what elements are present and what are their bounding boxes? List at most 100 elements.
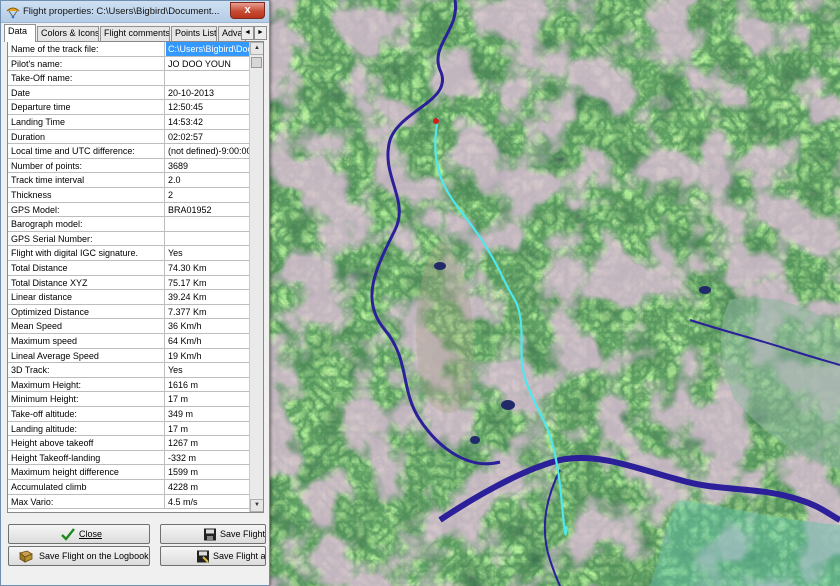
property-value[interactable]: 64 Km/h [166,334,249,348]
property-row[interactable]: Date 20-10-2013 [8,85,249,101]
property-row[interactable]: Track time interval 2.0 [8,173,249,188]
property-label: Landing Time [8,115,165,129]
property-value[interactable]: Yes [166,246,249,260]
property-row[interactable]: Maximum height difference 1599 m [8,465,249,480]
property-row[interactable]: Barograph model: [8,217,249,232]
property-row[interactable]: Name of the track file: C:\Users\Bigbird\… [8,42,249,57]
title-bar[interactable]: Flight properties: C:\Users\Bigbird\Docu… [1,1,269,23]
property-row[interactable]: Minimum Height: 17 m [8,392,249,407]
property-row[interactable]: 3D Track: Yes [8,363,249,378]
property-row[interactable]: GPS Model: BRA01952 [8,202,249,218]
property-row[interactable]: Pilot's name: JO DOO YOUN [8,56,249,72]
property-row[interactable]: Total Distance XYZ 75.17 Km [8,275,249,291]
property-value[interactable]: BRA01952 [166,203,249,217]
tab-strip: Data Colors & Icons Flight comments: Poi… [4,24,268,42]
property-label: Name of the track file: [8,42,165,56]
property-label: Duration [8,129,165,144]
property-value[interactable]: 17 m [166,422,249,436]
property-row[interactable]: Optimized Distance 7.377 Km [8,304,249,320]
tab-colors-icons[interactable]: Colors & Icons [37,26,99,41]
save-flight-as-button[interactable]: Save Flight as... [160,546,266,566]
property-value[interactable]: 75.17 Km [166,276,249,290]
scroll-down-icon[interactable]: ▼ [250,499,263,512]
property-value[interactable]: 2.0 [166,173,249,187]
property-row[interactable]: Landing Time 14:53:42 [8,115,249,130]
tab-flight-comments[interactable]: Flight comments: [100,26,170,41]
property-value[interactable]: 19 Km/h [166,349,249,363]
property-row[interactable]: Thickness 2 [8,188,249,203]
tab-points-list[interactable]: Points List [171,26,217,41]
property-value[interactable]: 17 m [166,392,249,406]
property-row[interactable]: Maximum speed 64 Km/h [8,334,249,349]
property-value[interactable] [166,71,249,85]
property-value[interactable] [166,217,249,231]
window-close-button[interactable]: x [230,2,265,19]
tab-data[interactable]: Data [4,24,36,42]
grid-vertical-scrollbar[interactable]: ▲ ▼ [249,42,263,512]
property-row[interactable]: Max Vario: 4.5 m/s [8,494,249,510]
property-value[interactable]: 12:50:45 [166,100,249,114]
property-value[interactable]: 349 m [166,407,249,421]
property-row[interactable]: Take-off altitude: 349 m [8,407,249,422]
property-row[interactable]: Number of points: 3689 [8,158,249,174]
property-row[interactable]: Linear distance 39.24 Km [8,290,249,305]
landing-marker [564,526,568,530]
property-label: Maximum height difference [8,465,165,479]
property-row[interactable]: GPS Serial Number: [8,231,249,247]
property-value[interactable]: 20-10-2013 [166,86,249,100]
property-value[interactable]: 2 [166,188,249,202]
property-label: Thickness [8,188,165,202]
property-value[interactable]: 1267 m [166,436,249,450]
property-row[interactable]: Flight with digital IGC signature. Yes [8,246,249,261]
tab-scroll-right-icon[interactable]: ► [254,26,267,40]
property-row[interactable]: Total Distance 74.30 Km [8,261,249,276]
scroll-thumb[interactable] [251,57,262,68]
flight-properties-dialog: Flight properties: C:\Users\Bigbird\Docu… [0,0,270,586]
property-label: Optimized Distance [8,304,165,319]
property-label: Total Distance XYZ [8,275,165,290]
property-label: 3D Track: [8,363,165,377]
scroll-up-icon[interactable]: ▲ [250,42,263,55]
property-value[interactable]: 7.377 Km [166,305,249,319]
property-row[interactable]: Maximum Height: 1616 m [8,377,249,393]
property-value[interactable]: 1616 m [166,378,249,392]
property-value[interactable]: 39.24 Km [166,290,249,304]
properties-grid: Name of the track file: C:\Users\Bigbird\… [7,41,264,513]
tab-scroll-left-icon[interactable]: ◄ [241,26,254,40]
property-value[interactable]: 4.5 m/s [166,495,249,509]
property-value[interactable]: Yes [166,363,249,377]
property-value[interactable]: JO DOO YOUN [166,57,249,71]
property-row[interactable]: Accumulated climb 4228 m [8,480,249,495]
property-label: Track time interval [8,173,165,187]
property-value[interactable]: 4228 m [166,480,249,494]
property-row[interactable]: Mean Speed 36 Km/h [8,319,249,334]
checkmark-icon [61,528,75,541]
property-value[interactable]: 14:53:42 [166,115,249,129]
property-value[interactable]: 02:02:57 [166,130,249,144]
property-value[interactable]: (not defined)-9:00:00 [166,144,249,158]
property-value[interactable]: -332 m [166,451,249,465]
property-row[interactable]: Local time and UTC difference: (not defin… [8,144,249,159]
property-value[interactable]: 74.30 Km [166,261,249,275]
property-label: Take-off altitude: [8,407,165,421]
property-row[interactable]: Height Takeoff-landing -332 m [8,450,249,466]
property-label: Mean Speed [8,319,165,333]
property-row[interactable]: Height above takeoff 1267 m [8,436,249,451]
property-row[interactable]: Departure time 12:50:45 [8,100,249,115]
property-value[interactable]: 36 Km/h [166,319,249,333]
property-row[interactable]: Lineal Average Speed 19 Km/h [8,348,249,364]
property-value[interactable]: 1599 m [166,465,249,479]
property-label: Barograph model: [8,217,165,231]
close-button[interactable]: Close [8,524,150,544]
save-logbook-button[interactable]: Save Flight on the Logbook [8,546,150,566]
property-row[interactable]: Landing altitude: 17 m [8,421,249,437]
property-label: Maximum Height: [8,377,165,392]
property-row[interactable]: Duration 02:02:57 [8,129,249,145]
save-flight-button[interactable]: Save Flight [160,524,266,544]
property-value[interactable]: 3689 [166,159,249,173]
property-row[interactable]: Take-Off name: [8,71,249,86]
property-label: Take-Off name: [8,71,165,85]
property-value[interactable] [166,232,249,246]
property-value[interactable]: C:\Users\Bigbird\Docu [166,42,249,56]
property-label: Minimum Height: [8,392,165,406]
